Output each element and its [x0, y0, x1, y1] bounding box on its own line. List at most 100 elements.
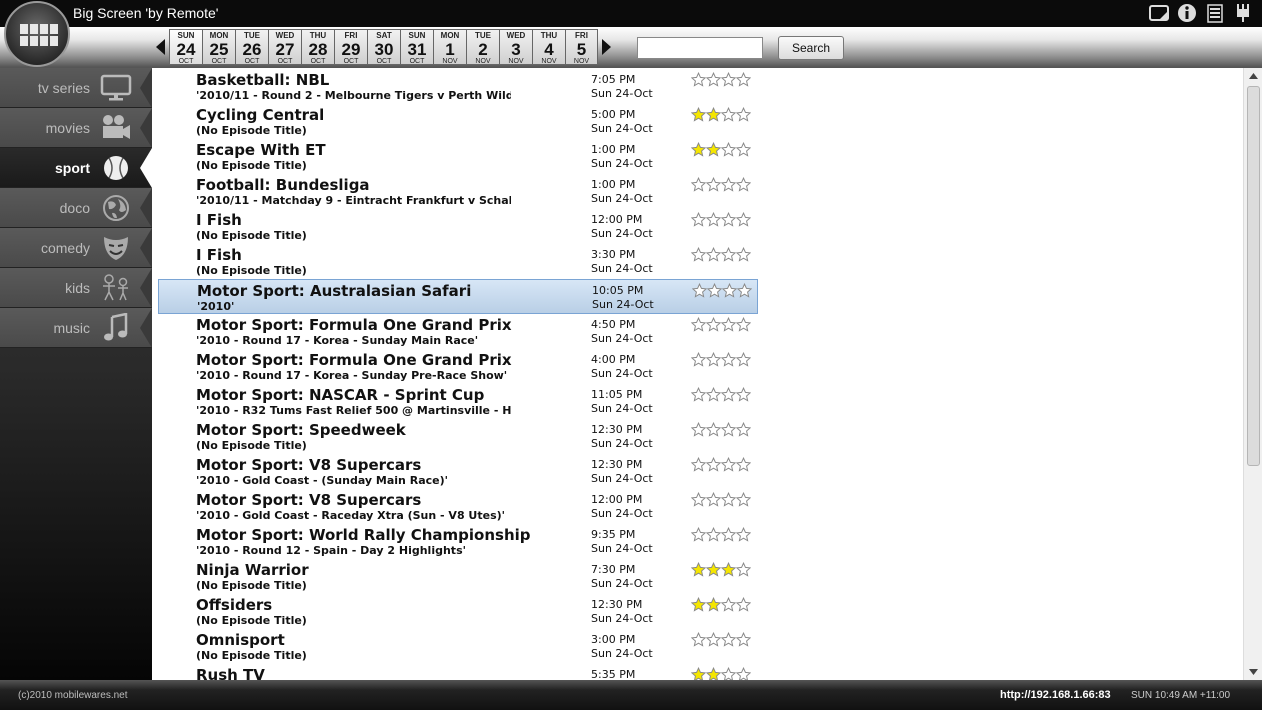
- rating-stars[interactable]: [691, 422, 751, 437]
- star-filled-icon: [691, 667, 706, 680]
- sidebar-item-music[interactable]: music: [0, 308, 152, 348]
- home-button[interactable]: [4, 1, 70, 67]
- star-filled-icon: [706, 142, 721, 157]
- program-row[interactable]: Ninja Warrior (No Episode Title) 7:30 PM Su…: [158, 559, 758, 594]
- program-row[interactable]: Motor Sport: Formula One Grand Prix '2010…: [158, 314, 758, 349]
- rating-stars[interactable]: [691, 177, 751, 192]
- day-8[interactable]: MON 1 NOV: [433, 29, 466, 65]
- rating-stars[interactable]: [691, 562, 751, 577]
- rating-stars[interactable]: [692, 283, 752, 298]
- star-empty-icon: [691, 212, 706, 227]
- program-row[interactable]: I Fish (No Episode Title) 12:00 PM Sun 24-O…: [158, 209, 758, 244]
- day-12[interactable]: FRI 5 NOV: [565, 29, 598, 65]
- day-5[interactable]: FRI 29 OCT: [334, 29, 367, 65]
- day-number: 24: [176, 40, 196, 59]
- program-row[interactable]: Omnisport (No Episode Title) 3:00 PM Sun 24…: [158, 629, 758, 664]
- star-empty-icon: [736, 212, 751, 227]
- info-icon[interactable]: [1176, 3, 1198, 23]
- list-icon[interactable]: [1204, 3, 1226, 23]
- rating-stars[interactable]: [691, 212, 751, 227]
- date-next-button[interactable]: [598, 29, 614, 65]
- rating-stars[interactable]: [691, 72, 751, 87]
- program-row[interactable]: Motor Sport: NASCAR - Sprint Cup '2010 - …: [158, 384, 758, 419]
- day-9[interactable]: TUE 2 NOV: [466, 29, 499, 65]
- program-row[interactable]: Motor Sport: V8 Supercars '2010 - Gold Co…: [158, 454, 758, 489]
- sidebar-item-sport[interactable]: sport: [0, 148, 152, 188]
- day-0[interactable]: SUN 24 OCT: [169, 29, 202, 65]
- program-row[interactable]: Offsiders (No Episode Title) 12:30 PM Sun 2…: [158, 594, 758, 629]
- program-date: Sun 24-Oct: [591, 612, 653, 625]
- program-date: Sun 24-Oct: [591, 542, 653, 555]
- program-date: Sun 24-Oct: [592, 298, 654, 311]
- day-11[interactable]: THU 4 NOV: [532, 29, 565, 65]
- star-filled-icon: [691, 107, 706, 122]
- date-prev-button[interactable]: [153, 29, 169, 65]
- program-row[interactable]: Cycling Central (No Episode Title) 5:00 PM…: [158, 104, 758, 139]
- sidebar-item-doco[interactable]: doco: [0, 188, 152, 228]
- star-empty-icon: [706, 212, 721, 227]
- program-row[interactable]: Motor Sport: Speedweek (No Episode Title)…: [158, 419, 758, 454]
- star-empty-icon: [736, 527, 751, 542]
- rating-stars[interactable]: [691, 107, 751, 122]
- screen-icon[interactable]: [1148, 3, 1170, 23]
- rating-stars[interactable]: [691, 247, 751, 262]
- program-row[interactable]: Basketball: NBL '2010/11 - Round 2 - Melb…: [158, 69, 758, 104]
- scrollbar[interactable]: [1243, 68, 1262, 680]
- search-button[interactable]: Search: [778, 36, 844, 60]
- program-row[interactable]: Escape With ET (No Episode Title) 1:00 PM S…: [158, 139, 758, 174]
- rating-stars[interactable]: [691, 632, 751, 647]
- rating-stars[interactable]: [691, 387, 751, 402]
- program-row[interactable]: Motor Sport: V8 Supercars '2010 - Gold Co…: [158, 489, 758, 524]
- rating-stars[interactable]: [691, 352, 751, 367]
- server-url[interactable]: http://192.168.1.66:83: [1000, 689, 1111, 701]
- globe-icon: [100, 193, 132, 223]
- day-1[interactable]: MON 25 OCT: [202, 29, 235, 65]
- program-row[interactable]: Motor Sport: Australasian Safari '2010' 10…: [158, 279, 758, 314]
- episode-title: '2010 - Gold Coast - (Sunday Main Race)': [196, 474, 448, 487]
- kids-icon: [100, 273, 132, 303]
- rating-stars[interactable]: [691, 457, 751, 472]
- scroll-up-icon[interactable]: [1248, 70, 1259, 82]
- episode-title: (No Episode Title): [196, 124, 307, 137]
- search-input[interactable]: [637, 37, 763, 59]
- scroll-down-icon[interactable]: [1248, 666, 1259, 678]
- rating-stars[interactable]: [691, 597, 751, 612]
- episode-title: '2010 - Gold Coast - Raceday Xtra (Sun -…: [196, 509, 506, 522]
- star-empty-icon: [691, 387, 706, 402]
- star-empty-icon: [736, 72, 751, 87]
- program-row[interactable]: Motor Sport: Formula One Grand Prix '2010…: [158, 349, 758, 384]
- program-row[interactable]: Football: Bundesliga '2010/11 - Matchday …: [158, 174, 758, 209]
- network-icon[interactable]: [1232, 3, 1254, 23]
- program-title: Ninja Warrior: [196, 561, 309, 579]
- sidebar-item-label: tv series: [37, 79, 90, 96]
- sidebar-item-movies[interactable]: movies: [0, 108, 152, 148]
- program-time: 3:00 PM: [591, 633, 636, 646]
- sidebar-item-comedy[interactable]: comedy: [0, 228, 152, 268]
- day-number: 31: [407, 40, 427, 59]
- rating-stars[interactable]: [691, 317, 751, 332]
- day-3[interactable]: WED 27 OCT: [268, 29, 301, 65]
- rating-stars[interactable]: [691, 667, 751, 680]
- rating-stars[interactable]: [691, 142, 751, 157]
- star-empty-icon: [736, 632, 751, 647]
- day-4[interactable]: THU 28 OCT: [301, 29, 334, 65]
- rating-stars[interactable]: [691, 527, 751, 542]
- program-row[interactable]: Rush TV 5:35 PM: [158, 664, 758, 680]
- scroll-thumb[interactable]: [1247, 86, 1260, 466]
- sidebar-item-tv-series[interactable]: tv series: [0, 68, 152, 108]
- program-row[interactable]: I Fish (No Episode Title) 3:30 PM Sun 24-Oc…: [158, 244, 758, 279]
- day-2[interactable]: TUE 26 OCT: [235, 29, 268, 65]
- star-empty-icon: [706, 632, 721, 647]
- day-6[interactable]: SAT 30 OCT: [367, 29, 400, 65]
- copyright-text: (c)2010 mobilewares.net: [18, 690, 128, 701]
- program-row[interactable]: Motor Sport: World Rally Championship '20…: [158, 524, 758, 559]
- sidebar-item-kids[interactable]: kids: [0, 268, 152, 308]
- tv-icon: [100, 73, 132, 103]
- day-10[interactable]: WED 3 NOV: [499, 29, 532, 65]
- sidebar-item-label: kids: [65, 279, 90, 296]
- star-empty-icon: [721, 72, 736, 87]
- mask-icon: [100, 233, 132, 263]
- day-7[interactable]: SUN 31 OCT: [400, 29, 433, 65]
- program-time: 4:00 PM: [591, 353, 636, 366]
- rating-stars[interactable]: [691, 492, 751, 507]
